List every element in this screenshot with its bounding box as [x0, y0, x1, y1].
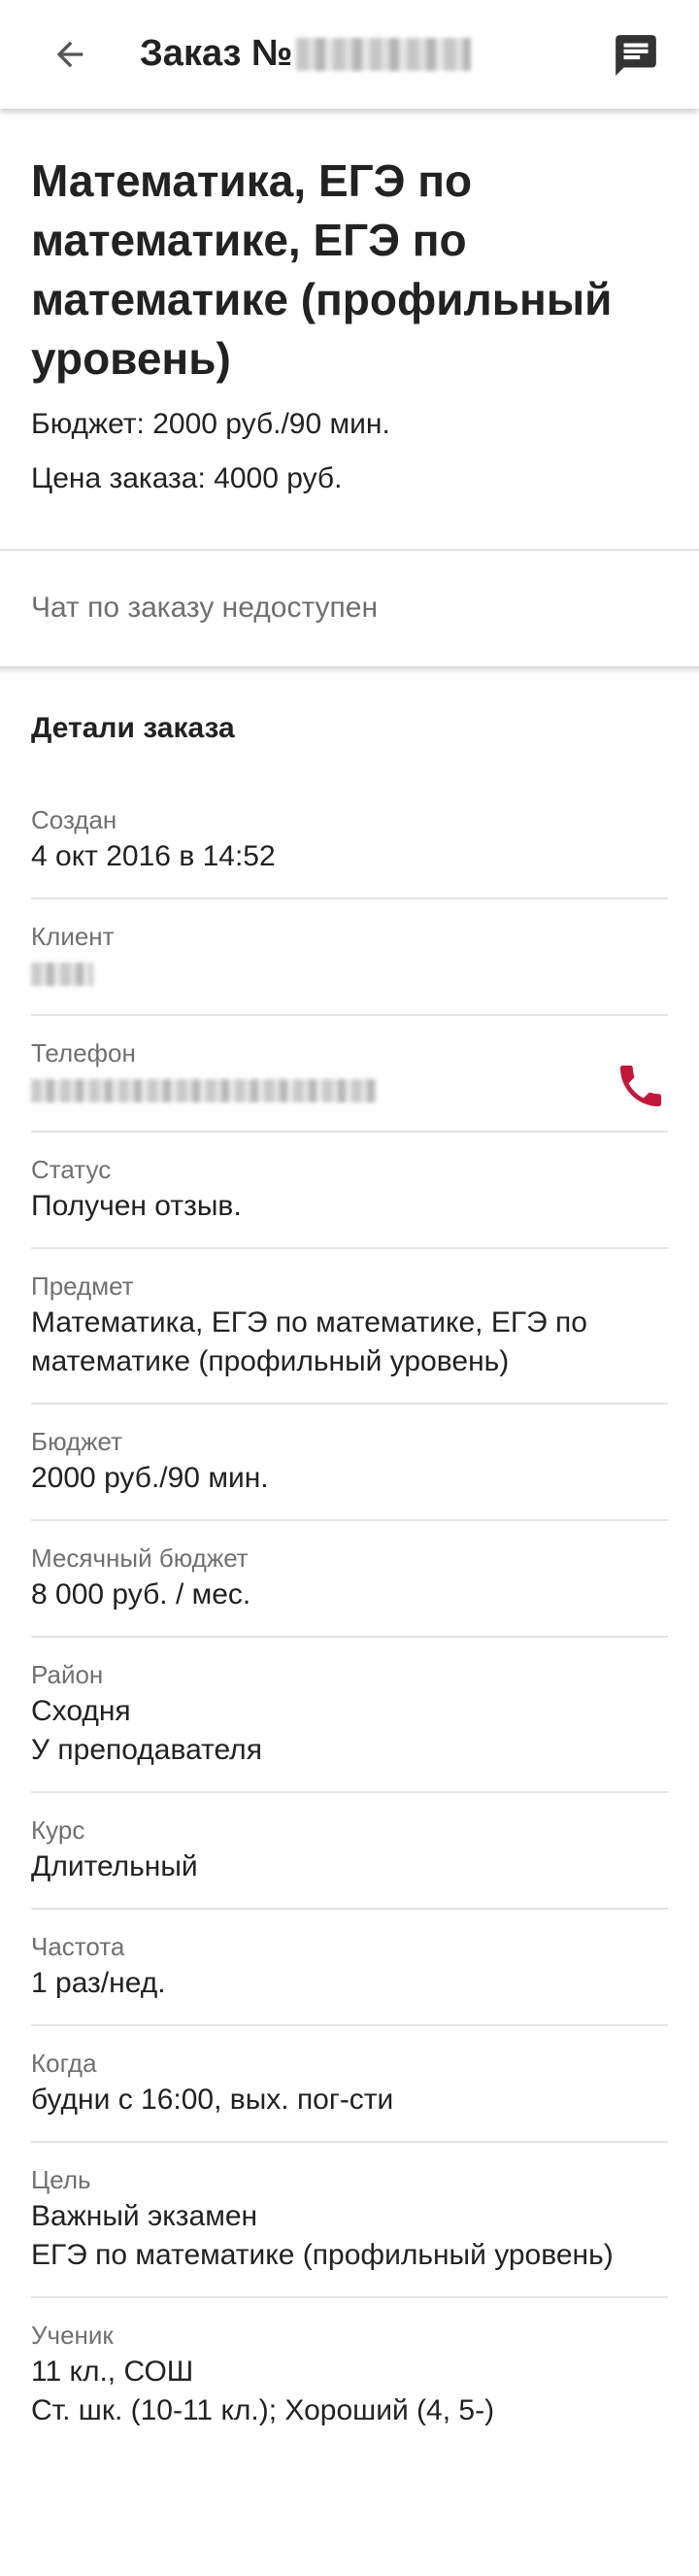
detail-label: Частота	[31, 1932, 125, 1961]
detail-label: Клиент	[31, 922, 115, 951]
detail-row-student: Ученик 11 кл., СОШ Ст. шк. (10-11 кл.); …	[31, 2298, 668, 2452]
detail-value: 11 кл., СОШ	[31, 2356, 194, 2388]
order-price: Цена заказа: 4000 руб.	[31, 462, 343, 494]
order-number-redacted	[296, 37, 472, 71]
detail-label: Бюджет	[31, 1427, 123, 1456]
detail-row-client: Клиент	[31, 899, 668, 1016]
detail-value: Длительный	[31, 1850, 198, 1882]
detail-row-frequency: Частота 1 раз/нед.	[31, 1910, 668, 2026]
detail-label: Курс	[31, 1815, 85, 1845]
arrow-left-icon	[56, 41, 83, 68]
detail-label: Цель	[31, 2165, 91, 2194]
detail-value: Получен отзыв.	[31, 1190, 242, 1222]
detail-row-budget: Бюджет 2000 руб./90 мин.	[31, 1405, 668, 1521]
details-list: Создан 4 окт 2016 в 14:52 Клиент Телефон…	[31, 783, 668, 2452]
detail-value: Важный экзамен	[31, 2200, 258, 2232]
detail-label: Статус	[31, 1155, 112, 1184]
detail-row-district: Район Сходня У преподавателя	[31, 1638, 668, 1793]
detail-row-monthly-budget: Месячный бюджет 8 000 руб. / мес.	[31, 1521, 668, 1638]
detail-value: Сходня	[31, 1695, 131, 1727]
chat-button[interactable]	[612, 33, 660, 78]
detail-label: Район	[31, 1660, 104, 1689]
detail-label: Предмет	[31, 1271, 134, 1301]
detail-value: будни с 16:00, вых. пог-сти	[31, 2084, 394, 2116]
detail-value: математике (профильный уровень)	[31, 1345, 510, 1377]
divider	[0, 549, 699, 551]
details-title: Детали заказа	[31, 712, 235, 744]
detail-label: Создан	[31, 805, 117, 834]
detail-row-phone: Телефон	[31, 1016, 668, 1133]
call-button[interactable]	[614, 1059, 668, 1113]
order-subject-title: Математика, ЕГЭ по математике, ЕГЭ по ма…	[31, 155, 613, 384]
detail-value: 8 000 руб. / мес.	[31, 1578, 251, 1610]
detail-label: Ученик	[31, 2321, 114, 2350]
phone-icon	[620, 1066, 661, 1106]
detail-value-redacted	[31, 1070, 668, 1109]
detail-label: Месячный бюджет	[31, 1543, 249, 1573]
detail-value: 2000 руб./90 мин.	[31, 1462, 269, 1494]
detail-value: ЕГЭ по математике (профильный уровень)	[31, 2239, 614, 2271]
detail-value: 1 раз/нед.	[31, 1967, 166, 1999]
detail-row-goal: Цель Важный экзамен ЕГЭ по математике (п…	[31, 2143, 668, 2298]
detail-row-status: Статус Получен отзыв.	[31, 1133, 668, 1249]
detail-value-redacted	[31, 954, 668, 993]
page-title: Заказ №	[140, 33, 472, 75]
detail-label: Телефон	[31, 1038, 136, 1068]
detail-value: У преподавателя	[31, 1734, 262, 1766]
detail-row-when: Когда будни с 16:00, вых. пог-сти	[31, 2026, 668, 2143]
chat-status: Чат по заказу недоступен	[31, 592, 379, 624]
order-summary: Математика, ЕГЭ по математике, ЕГЭ по ма…	[0, 109, 699, 551]
back-button[interactable]	[49, 33, 91, 76]
order-title-prefix: Заказ №	[140, 33, 293, 74]
message-icon	[616, 35, 656, 76]
detail-value: Математика, ЕГЭ по математике, ЕГЭ по	[31, 1306, 587, 1339]
detail-row-subject: Предмет Математика, ЕГЭ по математике, Е…	[31, 1249, 668, 1405]
detail-row-created: Создан 4 окт 2016 в 14:52	[31, 783, 668, 899]
detail-label: Когда	[31, 2049, 97, 2078]
detail-value: 4 окт 2016 в 14:52	[31, 840, 276, 872]
section-shadow	[0, 666, 699, 674]
app-bar: Заказ №	[0, 0, 699, 109]
order-budget: Бюджет: 2000 руб./90 мин.	[31, 408, 390, 440]
detail-value: Ст. шк. (10-11 кл.); Хороший (4, 5-)	[31, 2394, 495, 2426]
detail-row-course: Курс Длительный	[31, 1793, 668, 1910]
